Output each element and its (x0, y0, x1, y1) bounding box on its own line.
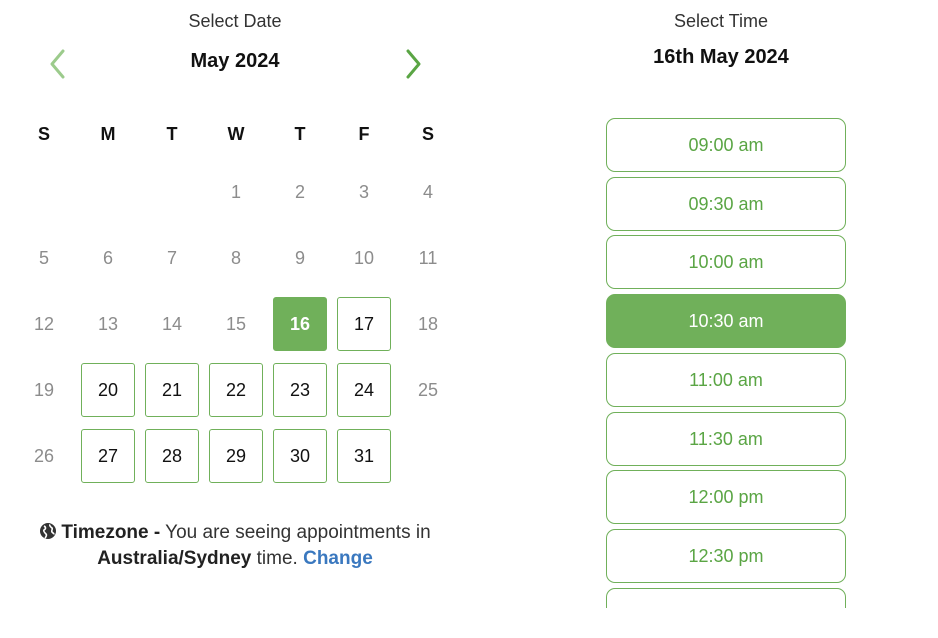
calendar-day-grid: 1 2 3 4 5 6 7 8 9 10 11 12 13 14 15 16 17 18 19 20 21 22 23 24 2… (12, 165, 460, 495)
time-slot-list[interactable]: 09:00 am 09:30 am 10:00 am 10:30 am 11:00 am… (606, 118, 848, 608)
month-navigation: May 2024 (0, 44, 470, 84)
calendar-day: 5 (38, 247, 49, 268)
calendar-day: 18 (417, 313, 439, 334)
time-slot[interactable]: 11:30 am (606, 412, 846, 466)
calendar-day-selected[interactable]: 16 (273, 297, 327, 351)
calendar-day: 13 (97, 313, 119, 334)
weekday-label: W (227, 124, 245, 144)
calendar-day[interactable]: 27 (81, 429, 135, 483)
timezone-zone: Australia/Sydney (97, 548, 252, 569)
calendar-day: 14 (161, 313, 183, 334)
calendar-day: 1 (230, 181, 241, 202)
select-date-heading: Select Date (188, 11, 282, 31)
time-slot[interactable]: 01:00 pm (606, 588, 846, 608)
calendar-day[interactable]: 28 (145, 429, 199, 483)
calendar-day: 7 (166, 247, 177, 268)
globe-icon (39, 522, 57, 540)
next-month-button[interactable] (394, 44, 434, 84)
calendar-day: 3 (358, 181, 369, 202)
calendar-day: 11 (418, 247, 438, 268)
time-slot[interactable]: 12:30 pm (606, 529, 846, 583)
calendar-day[interactable]: 21 (145, 363, 199, 417)
time-slot-selected[interactable]: 10:30 am (606, 294, 846, 348)
calendar-day: 6 (102, 247, 113, 268)
timezone-text: You are seeing appointments in (160, 522, 431, 543)
select-time-heading: Select Time (673, 11, 769, 31)
date-picker-panel: Select Date May 2024 SMTWTFS 1 2 3 4 5 6 7 8 9 10… (0, 0, 470, 638)
selected-date-label: 16th May 2024 (653, 46, 789, 68)
timezone-text-after: time. (251, 548, 304, 569)
calendar-day[interactable]: 24 (337, 363, 391, 417)
calendar-day: 15 (225, 313, 247, 334)
timezone-label: Timezone - (61, 522, 161, 543)
time-slot[interactable]: 09:00 am (606, 118, 846, 172)
weekday-label: S (37, 124, 50, 144)
calendar-day[interactable]: 20 (81, 363, 135, 417)
chevron-right-icon (406, 49, 421, 79)
calendar-day[interactable]: 30 (273, 429, 327, 483)
weekday-label: M (100, 124, 116, 144)
calendar-day: 9 (294, 247, 305, 268)
calendar-day[interactable]: 22 (209, 363, 263, 417)
calendar-day: 10 (353, 247, 375, 268)
calendar-day[interactable]: 31 (337, 429, 391, 483)
weekday-label: T (166, 124, 178, 144)
calendar-day: 2 (294, 181, 305, 202)
calendar-day: 4 (422, 181, 433, 202)
weekday-label: F (358, 124, 370, 144)
time-slot[interactable]: 10:00 am (606, 235, 846, 289)
calendar-day: 12 (33, 313, 55, 334)
time-slot[interactable]: 11:00 am (606, 353, 846, 407)
calendar-day: 26 (33, 445, 55, 466)
calendar-day: 8 (230, 247, 241, 268)
calendar-day[interactable]: 17 (337, 297, 391, 351)
calendar-day: 19 (33, 379, 55, 400)
time-slot[interactable]: 09:30 am (606, 177, 846, 231)
weekday-label: T (294, 124, 306, 144)
calendar-day: 25 (417, 379, 439, 400)
timezone-notice: Timezone - You are seeing appointments i… (0, 520, 470, 572)
calendar-day[interactable]: 29 (209, 429, 263, 483)
change-timezone-link[interactable]: Change (303, 548, 373, 569)
time-slot[interactable]: 12:00 pm (606, 470, 846, 524)
time-picker-panel: Select Time 16th May 2024 09:00 am 09:30 … (470, 0, 938, 638)
weekday-label: S (421, 124, 434, 144)
calendar-day[interactable]: 23 (273, 363, 327, 417)
